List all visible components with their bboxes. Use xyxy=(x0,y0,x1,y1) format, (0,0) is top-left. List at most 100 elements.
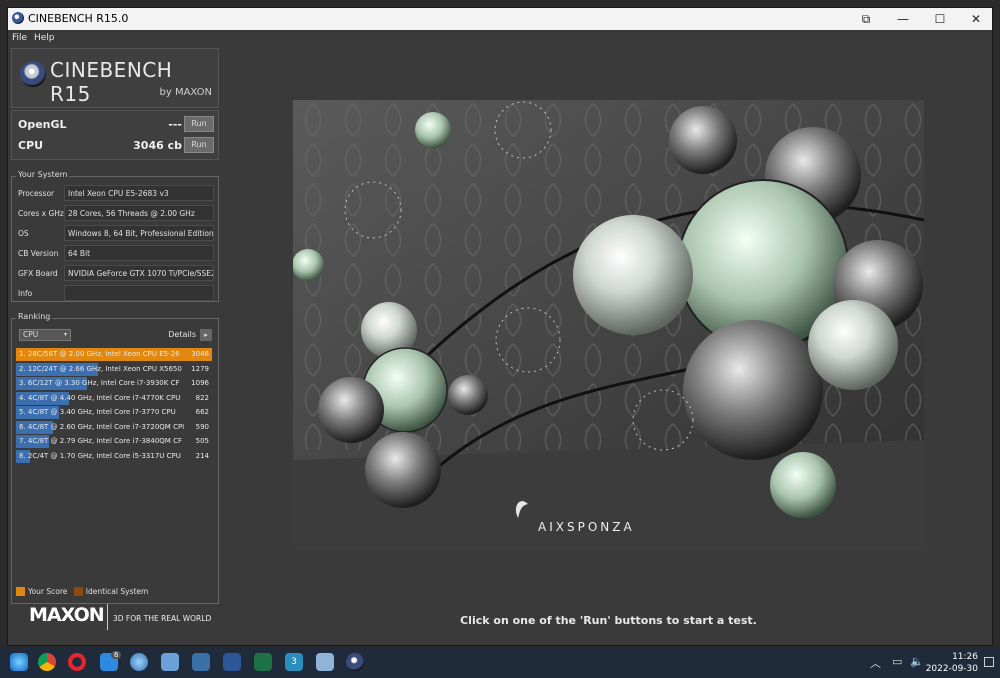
ranking-row-score: 662 xyxy=(195,408,209,416)
ranking-row-label: 7. 4C/8T @ 2.79 GHz, Intel Core i7-3840Q… xyxy=(19,437,182,445)
your-system-group: Your System Processor Intel Xeon CPU E5-… xyxy=(11,170,219,302)
monitor-icon[interactable] xyxy=(316,653,334,671)
ranking-row[interactable]: 5. 4C/8T @ 3.40 GHz, Intel Core i7-3770 … xyxy=(16,406,212,419)
ranking-row[interactable]: 6. 4C/8T @ 2.60 GHz, Intel Core i7-3720Q… xyxy=(16,420,212,434)
ranking-row-score: 590 xyxy=(195,422,209,431)
windows-taskbar: 6 3 ︿ ▭ 🔈 11:26 2022-09-30 xyxy=(0,647,1000,678)
ranking-row[interactable]: 3. 6C/12T @ 3.30 GHz, Intel Core i7-3930… xyxy=(16,377,212,390)
system-value: NVIDIA GeForce GTX 1070 Ti/PCIe/SSE2 xyxy=(64,265,214,281)
clock-time: 11:26 xyxy=(952,652,978,662)
opengl-score: --- xyxy=(168,118,182,131)
render-scene-image xyxy=(293,100,924,550)
system-row: CB Version 64 Bit xyxy=(16,245,214,261)
details-label: Details xyxy=(168,330,196,339)
cpu-label: CPU xyxy=(18,139,44,152)
ranking-toolbar: CPU ▾ Details ▸ xyxy=(16,329,214,343)
excel-icon[interactable] xyxy=(254,653,272,671)
logo-name: CINEBENCH R15 xyxy=(50,58,173,106)
minimize-button[interactable]: — xyxy=(885,8,921,30)
ranking-row-label: 4. 4C/8T @ 4.40 GHz, Intel Core i7-4770K… xyxy=(19,393,181,402)
ranking-row-label: 5. 4C/8T @ 3.40 GHz, Intel Core i7-3770 … xyxy=(19,408,176,416)
cinebench-sphere-icon xyxy=(20,61,46,87)
maxon-footer-logo: MAXON 3D FOR THE REAL WORLD xyxy=(11,598,219,638)
ranking-select[interactable]: CPU ▾ xyxy=(19,329,71,341)
maxon-brand: MAXON xyxy=(29,604,105,626)
ranking-row-label: 3. 6C/12T @ 3.30 GHz, Intel Core i7-3930… xyxy=(19,379,180,387)
window-title: CINEBENCH R15.0 xyxy=(28,12,129,25)
ranking-row[interactable]: 4. 4C/8T @ 4.40 GHz, Intel Core i7-4770K… xyxy=(16,391,212,405)
ranking-row[interactable]: 1. 28C/56T @ 2.00 GHz, Intel Xeon CPU E5… xyxy=(16,348,212,361)
close-button[interactable]: ✕ xyxy=(958,8,994,30)
ranking-row-label: 6. 4C/8T @ 2.60 GHz, Intel Core i7-3720Q… xyxy=(19,422,185,431)
display-icon[interactable]: ▭ xyxy=(892,655,902,668)
calendar-icon[interactable]: 3 xyxy=(285,653,303,671)
system-value: Intel Xeon CPU E5-2683 v3 xyxy=(64,185,214,201)
legend-your-score: Your Score xyxy=(28,587,68,596)
ranking-row-score: 1279 xyxy=(191,364,209,373)
edge-icon[interactable] xyxy=(10,653,28,671)
identical-system-swatch xyxy=(73,587,83,596)
system-key: GFX Board xyxy=(18,269,58,278)
ranking-row-label: 1. 28C/56T @ 2.00 GHz, Intel Xeon CPU E5… xyxy=(19,350,180,358)
maxon-tagline: 3D FOR THE REAL WORLD xyxy=(113,614,212,623)
chevron-down-icon: ▾ xyxy=(63,331,67,338)
menu-file[interactable]: File xyxy=(12,33,27,43)
volume-icon[interactable]: 🔈 xyxy=(910,655,924,668)
info-field[interactable] xyxy=(64,285,214,301)
logo-divider xyxy=(107,604,108,630)
render-viewport: AIXSPONZA xyxy=(293,100,924,550)
system-key: Info xyxy=(18,289,33,298)
storage-icon[interactable] xyxy=(192,653,210,671)
chevron-up-icon[interactable]: ︿ xyxy=(870,655,881,671)
title-bar: CINEBENCH R15.0 ⧉ — ☐ ✕ xyxy=(8,8,992,30)
ranking-row-label: 2. 12C/24T @ 2.66 GHz, Intel Xeon CPU X5… xyxy=(19,364,182,373)
score-box: OpenGL --- Run CPU 3046 cb Run xyxy=(11,110,219,160)
word-icon[interactable] xyxy=(223,653,241,671)
mail-badge: 6 xyxy=(111,651,122,659)
system-row: Info xyxy=(16,285,214,301)
system-clock[interactable]: 11:26 2022-09-30 xyxy=(926,651,978,675)
system-row: Cores x GHz 28 Cores, 56 Threads @ 2.00 … xyxy=(16,205,214,221)
system-row: Processor Intel Xeon CPU E5-2683 v3 xyxy=(16,185,214,201)
cpu-row: CPU 3046 cb Run xyxy=(12,136,218,156)
system-row: OS Windows 8, 64 Bit, Professional Editi… xyxy=(16,225,214,241)
ranking-row-score: 1096 xyxy=(191,379,209,387)
system-value: Windows 8, 64 Bit, Professional Edition xyxy=(64,225,214,241)
ranking-row[interactable]: 7. 4C/8T @ 2.79 GHz, Intel Core i7-3840Q… xyxy=(16,435,212,448)
system-key: Processor xyxy=(18,189,55,198)
opengl-run-button[interactable]: Run xyxy=(184,116,214,132)
menu-help[interactable]: Help xyxy=(34,33,55,43)
ranking-row-score: 822 xyxy=(195,393,209,402)
system-value: 64 Bit xyxy=(64,245,214,261)
app-icon[interactable] xyxy=(161,653,179,671)
system-key: OS xyxy=(18,229,29,238)
ranking-row[interactable]: 2. 12C/24T @ 2.66 GHz, Intel Xeon CPU X5… xyxy=(16,362,212,376)
cinebench-taskbar-icon[interactable] xyxy=(346,653,364,671)
cinebench-app-icon xyxy=(12,12,24,24)
notification-icon[interactable] xyxy=(984,657,994,667)
globe-icon[interactable] xyxy=(130,653,148,671)
chrome-icon[interactable] xyxy=(38,653,56,671)
ranking-title: Ranking xyxy=(16,312,53,321)
system-value: 28 Cores, 56 Threads @ 2.00 GHz xyxy=(64,205,214,221)
system-row: GFX Board NVIDIA GeForce GTX 1070 Ti/PCI… xyxy=(16,265,214,281)
restore-button[interactable]: ⧉ xyxy=(848,8,884,30)
logo-by: by MAXON xyxy=(159,87,212,98)
ranking-row-score: 3046 xyxy=(191,350,209,358)
ranking-row-score: 214 xyxy=(195,451,209,460)
menu-bar: File Help xyxy=(8,30,992,46)
opera-icon[interactable] xyxy=(68,653,86,671)
maximize-button[interactable]: ☐ xyxy=(922,8,958,30)
opengl-label: OpenGL xyxy=(18,118,67,131)
left-panel: CINEBENCH R15 by MAXON OpenGL --- Run CP… xyxy=(11,48,219,633)
ranking-group: Ranking CPU ▾ Details ▸ 1. 28C/56T @ 2.0… xyxy=(11,312,219,604)
details-button[interactable]: ▸ xyxy=(200,329,212,341)
cinebench-window: CINEBENCH R15.0 ⧉ — ☐ ✕ File Help CINEBE… xyxy=(7,7,993,646)
ranking-row[interactable]: 8. 2C/4T @ 1.70 GHz, Intel Core i5-3317U… xyxy=(16,449,212,463)
cpu-run-button[interactable]: Run xyxy=(184,137,214,153)
cinebench-logo: CINEBENCH R15 by MAXON xyxy=(11,48,219,108)
legend-identical-system: Identical System xyxy=(85,587,149,596)
status-message: Click on one of the 'Run' buttons to sta… xyxy=(460,614,757,627)
your-score-swatch xyxy=(16,587,25,596)
ranking-select-value: CPU xyxy=(23,330,39,339)
